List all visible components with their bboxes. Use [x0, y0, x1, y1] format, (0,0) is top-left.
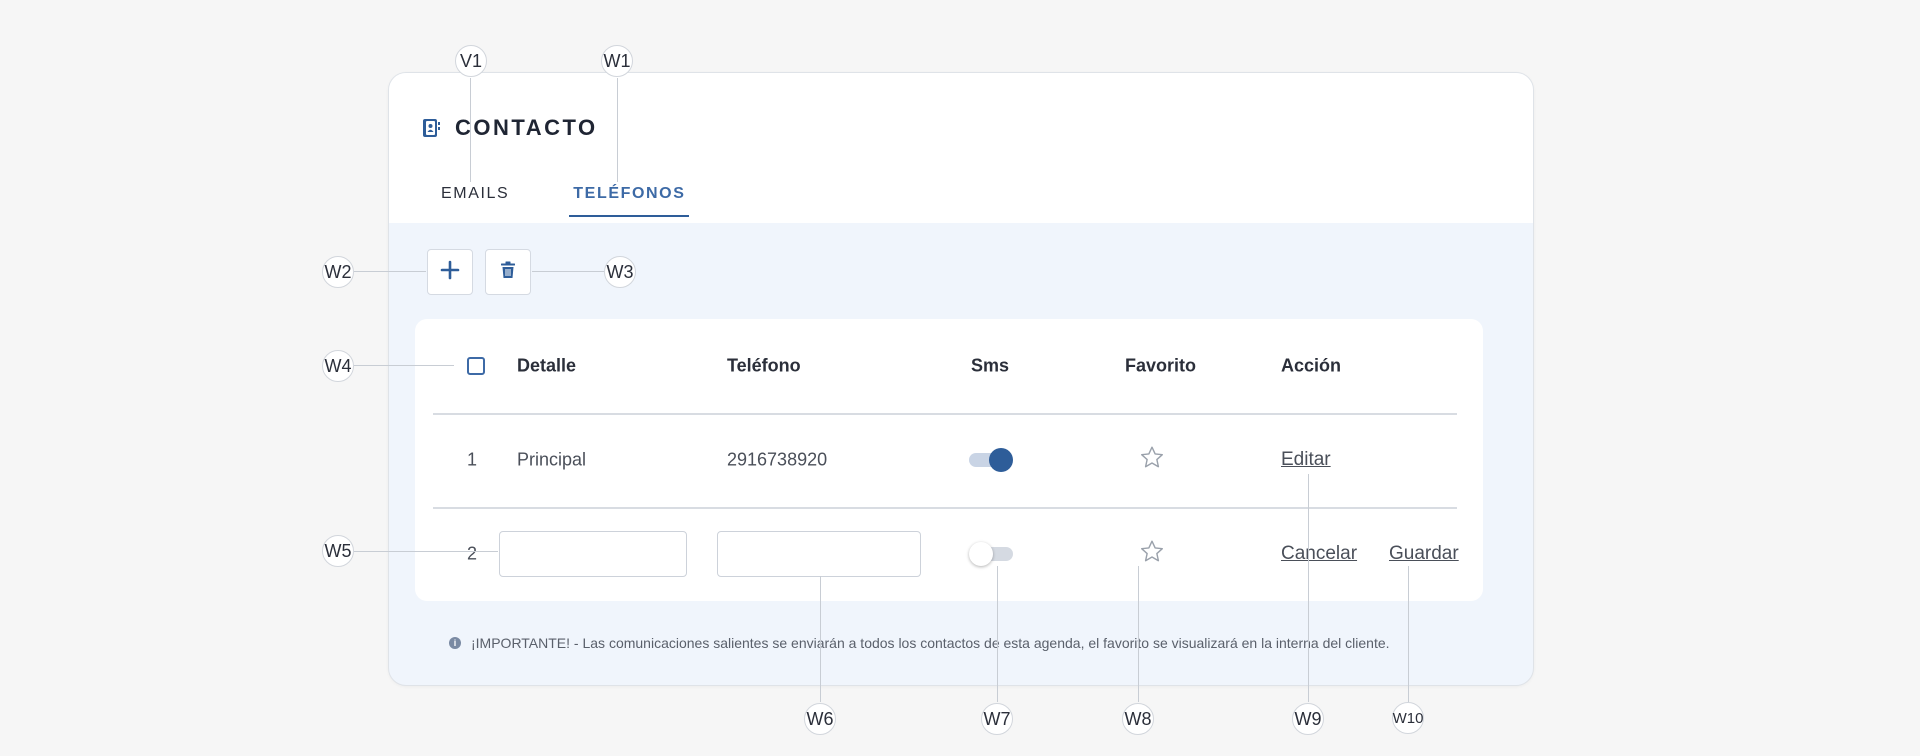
callout-line	[354, 551, 498, 552]
cancel-link[interactable]: Cancelar	[1281, 543, 1357, 565]
trash-icon	[500, 261, 516, 284]
contact-card: CONTACTO EMAILS TELÉFONOS Detalle Teléfo…	[388, 72, 1534, 686]
add-button[interactable]	[427, 249, 473, 295]
toggle-knob	[989, 448, 1013, 472]
detalle-input[interactable]	[499, 531, 687, 577]
telefono-input[interactable]	[717, 531, 921, 577]
notice-text: ¡IMPORTANTE! - Las comunicaciones salien…	[471, 635, 1390, 651]
row-telefono: 2916738920	[727, 449, 828, 470]
save-link[interactable]: Guardar	[1389, 543, 1459, 565]
annotation-badge: W8	[1122, 703, 1154, 735]
plus-icon	[440, 260, 460, 285]
title-row: CONTACTO	[421, 115, 598, 141]
sms-toggle[interactable]	[969, 541, 1013, 567]
annotation-badge: W6	[804, 703, 836, 735]
table-row: 1 Principal 2916738920 Editar	[433, 413, 1457, 509]
annotation-badge: W4	[322, 350, 354, 382]
callout-line	[820, 576, 821, 702]
tab-telefonos[interactable]: TELÉFONOS	[569, 185, 690, 217]
callout-line	[1138, 566, 1139, 702]
edit-link[interactable]: Editar	[1281, 449, 1331, 471]
tab-emails[interactable]: EMAILS	[437, 185, 513, 217]
annotation-badge: W9	[1292, 703, 1324, 735]
col-sms: Sms	[971, 355, 1010, 376]
info-icon: i	[449, 637, 461, 649]
table-row: 2 Cancelar Guardar	[433, 507, 1459, 601]
callout-line	[1408, 566, 1409, 702]
table-header: Detalle Teléfono Sms Favorito Acción	[433, 319, 1457, 415]
sms-toggle[interactable]	[969, 447, 1013, 473]
col-telefono: Teléfono	[727, 355, 801, 376]
row-index: 2	[467, 543, 478, 564]
callout-line	[617, 78, 618, 182]
tab-bar: EMAILS TELÉFONOS	[437, 185, 745, 217]
col-accion: Acción	[1281, 355, 1342, 376]
toolbar	[427, 249, 531, 295]
row-detalle: Principal	[517, 449, 587, 470]
important-notice: i ¡IMPORTANTE! - Las comunicaciones sali…	[449, 635, 1390, 651]
annotation-badge: W7	[981, 703, 1013, 735]
card-header: CONTACTO EMAILS TELÉFONOS	[389, 73, 1533, 223]
col-detalle: Detalle	[517, 355, 577, 376]
delete-button[interactable]	[485, 249, 531, 295]
page-title: CONTACTO	[455, 115, 598, 140]
favorite-star-icon[interactable]	[1139, 539, 1165, 570]
row-index: 1	[467, 449, 478, 470]
annotation-badge: W3	[604, 256, 636, 288]
callout-line	[354, 271, 426, 272]
callout-line	[1308, 474, 1309, 702]
favorite-star-icon[interactable]	[1139, 445, 1165, 476]
callout-line	[470, 78, 471, 182]
annotation-badge: W2	[322, 256, 354, 288]
annotation-badge: W10	[1392, 702, 1424, 734]
annotation-badge: W5	[322, 535, 354, 567]
callout-line	[997, 566, 998, 702]
toggle-knob	[969, 542, 993, 566]
callout-line	[354, 365, 454, 366]
annotation-badge: V1	[455, 45, 487, 77]
col-favorito: Favorito	[1125, 355, 1197, 376]
select-all-checkbox[interactable]	[467, 357, 485, 375]
address-book-icon	[421, 118, 441, 138]
annotation-badge: W1	[601, 45, 633, 77]
callout-line	[532, 271, 604, 272]
phones-table: Detalle Teléfono Sms Favorito Acción 1 P…	[415, 319, 1483, 601]
